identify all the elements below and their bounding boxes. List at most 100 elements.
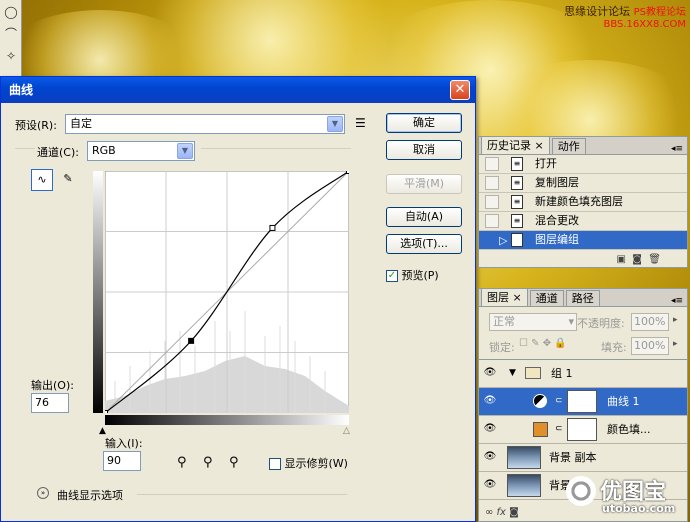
- channel-select[interactable]: RGB ▼: [87, 141, 195, 161]
- layer-mask-thumbnail[interactable]: [567, 418, 597, 441]
- logo-sub-text: utobao.com: [602, 502, 676, 515]
- link-icon: ⊂: [555, 424, 563, 434]
- tool-palette: ◯ ⌒ ✧: [0, 0, 22, 80]
- chevron-down-icon[interactable]: ▼: [509, 360, 516, 387]
- ok-button[interactable]: 确定: [386, 113, 462, 133]
- history-item[interactable]: ≡ 混合更改: [479, 212, 687, 231]
- panel-menu-icon[interactable]: ◂≡: [671, 296, 687, 306]
- tab-history[interactable]: 历史记录 ×: [481, 136, 550, 154]
- eye-icon[interactable]: 👁: [483, 450, 497, 464]
- watermark-line1: 思缘设计论坛: [564, 5, 631, 18]
- eye-icon[interactable]: 👁: [483, 366, 497, 380]
- dialog-titlebar[interactable]: 曲线 ✕: [1, 77, 475, 103]
- preview-label: 预览(P): [401, 269, 439, 282]
- layers-footer-icons[interactable]: ∞ fx ◙: [485, 507, 519, 518]
- input-label: 输入(I):: [105, 437, 143, 450]
- options-button[interactable]: 选项(T)...: [386, 234, 462, 254]
- folder-icon: [525, 367, 541, 379]
- opacity-field[interactable]: 100%: [631, 313, 669, 331]
- layer-thumbnail[interactable]: [507, 446, 541, 469]
- fill-field[interactable]: 100%: [631, 337, 669, 355]
- cancel-button[interactable]: 取消: [386, 140, 462, 160]
- layer-thumbnail[interactable]: [507, 474, 541, 497]
- eye-icon[interactable]: 👁: [483, 394, 497, 408]
- curves-dialog: 曲线 ✕ 预设(R): 自定 ▼ ☰ 通道(C): RGB ▼ ∿ ✎ ▲ △: [0, 76, 476, 522]
- preset-label: 预设(R):: [15, 119, 57, 132]
- eye-icon[interactable]: 👁: [483, 422, 497, 436]
- tab-paths[interactable]: 路径: [565, 290, 600, 306]
- history-item-selected[interactable]: ▷ ≡ 图层编组: [479, 231, 687, 250]
- curve-point-tool-icon[interactable]: ∿: [31, 169, 53, 191]
- history-footer-icons[interactable]: ▣ ◙ 🗑: [616, 254, 661, 265]
- channel-label: 通道(C):: [37, 146, 79, 159]
- show-clipping-checkbox[interactable]: [269, 458, 281, 470]
- logo-mark-icon: [566, 476, 596, 506]
- adjustment-icon: [533, 394, 547, 408]
- white-point-slider[interactable]: △: [343, 426, 350, 436]
- color-swatch[interactable]: [533, 422, 548, 437]
- layer-row-fill[interactable]: 👁 ⊂ 颜色填...: [479, 416, 687, 444]
- layer-mask-thumbnail[interactable]: [567, 390, 597, 413]
- link-icon: ⊂: [555, 396, 563, 406]
- curve-point[interactable]: [105, 410, 108, 414]
- pencil-icon[interactable]: ✎: [57, 169, 79, 191]
- chevron-right-icon[interactable]: ▸: [673, 339, 678, 349]
- document-icon: ≡: [511, 214, 523, 228]
- history-tabs: 历史记录 × 动作 ◂≡: [479, 136, 687, 155]
- output-field[interactable]: 76: [31, 393, 69, 413]
- dialog-title: 曲线: [9, 83, 34, 97]
- show-clipping-label: 显示修剪(W): [284, 457, 348, 470]
- blend-mode-select[interactable]: 正常 ▾: [489, 313, 577, 331]
- opacity-label: 不透明度:: [577, 317, 625, 330]
- document-icon: ≡: [511, 176, 523, 190]
- layers-tabs: 图层 × 通道 路径 ◂≡: [479, 288, 687, 307]
- curve-point[interactable]: [346, 171, 350, 174]
- input-gradient-bar: [105, 415, 349, 425]
- curve-point-active[interactable]: [188, 337, 195, 344]
- input-field[interactable]: 90: [103, 451, 141, 471]
- lock-label: 锁定:: [489, 341, 515, 354]
- preview-checkbox[interactable]: ✓: [386, 270, 398, 282]
- black-eyedropper-icon[interactable]: ⚲: [177, 455, 187, 470]
- utobao-logo: 优图宝 utobao.com: [566, 474, 686, 518]
- tab-layers[interactable]: 图层 ×: [481, 288, 528, 306]
- layer-name: 曲线 1: [607, 395, 640, 408]
- layer-row-curves[interactable]: 👁 ⊂ 曲线 1: [479, 388, 687, 416]
- magic-wand-icon[interactable]: ✧: [1, 46, 21, 66]
- elliptical-marquee-icon[interactable]: ◯: [1, 2, 21, 22]
- chevron-down-icon: ▼: [327, 116, 343, 132]
- output-gradient-bar: [93, 171, 103, 413]
- preview-option[interactable]: ✓ 预览(P): [386, 267, 439, 283]
- watermark: 思缘设计论坛 PS教程论坛 BBS.16XX8.COM: [564, 6, 686, 31]
- close-icon[interactable]: ✕: [450, 80, 470, 100]
- panel-menu-icon[interactable]: ◂≡: [671, 144, 687, 154]
- lock-icons[interactable]: ☐ ✎ ✥ 🔒: [519, 338, 567, 349]
- tab-channels[interactable]: 通道: [529, 290, 564, 306]
- chevron-right-icon[interactable]: ▸: [673, 315, 678, 325]
- preset-select[interactable]: 自定 ▼: [65, 114, 345, 134]
- auto-button[interactable]: 自动(A): [386, 207, 462, 227]
- curve-graph[interactable]: [105, 171, 349, 413]
- curve-point[interactable]: [269, 224, 276, 231]
- layer-row-background-copy[interactable]: 👁 背景 副本: [479, 444, 687, 472]
- preset-value: 自定: [70, 117, 92, 130]
- show-clipping-option[interactable]: 显示修剪(W): [269, 455, 348, 471]
- history-state-marker-icon: ▷: [499, 234, 508, 247]
- history-item[interactable]: ≡ 复制图层: [479, 174, 687, 193]
- document-icon: ≡: [511, 233, 523, 247]
- eye-icon[interactable]: 👁: [483, 478, 497, 492]
- expand-icon[interactable]: »: [37, 487, 49, 499]
- smooth-button[interactable]: 平滑(M): [386, 174, 462, 194]
- layer-row-group[interactable]: 👁 ▼ 组 1: [479, 360, 687, 388]
- history-item[interactable]: ≡ 打开: [479, 155, 687, 174]
- watermark-line3: BBS.16XX8.COM: [603, 19, 686, 30]
- layer-name: 颜色填...: [607, 423, 651, 436]
- preset-options-icon[interactable]: ☰: [355, 116, 366, 130]
- white-eyedropper-icon[interactable]: ⚲: [229, 455, 239, 470]
- polygonal-lasso-icon[interactable]: ⌒: [1, 24, 21, 44]
- document-icon: ≡: [511, 157, 523, 171]
- history-item[interactable]: ≡ 新建颜色填充图层: [479, 193, 687, 212]
- curve-options-label[interactable]: 曲线显示选项: [57, 487, 123, 503]
- tab-actions[interactable]: 动作: [551, 138, 586, 154]
- gray-eyedropper-icon[interactable]: ⚲: [203, 455, 213, 470]
